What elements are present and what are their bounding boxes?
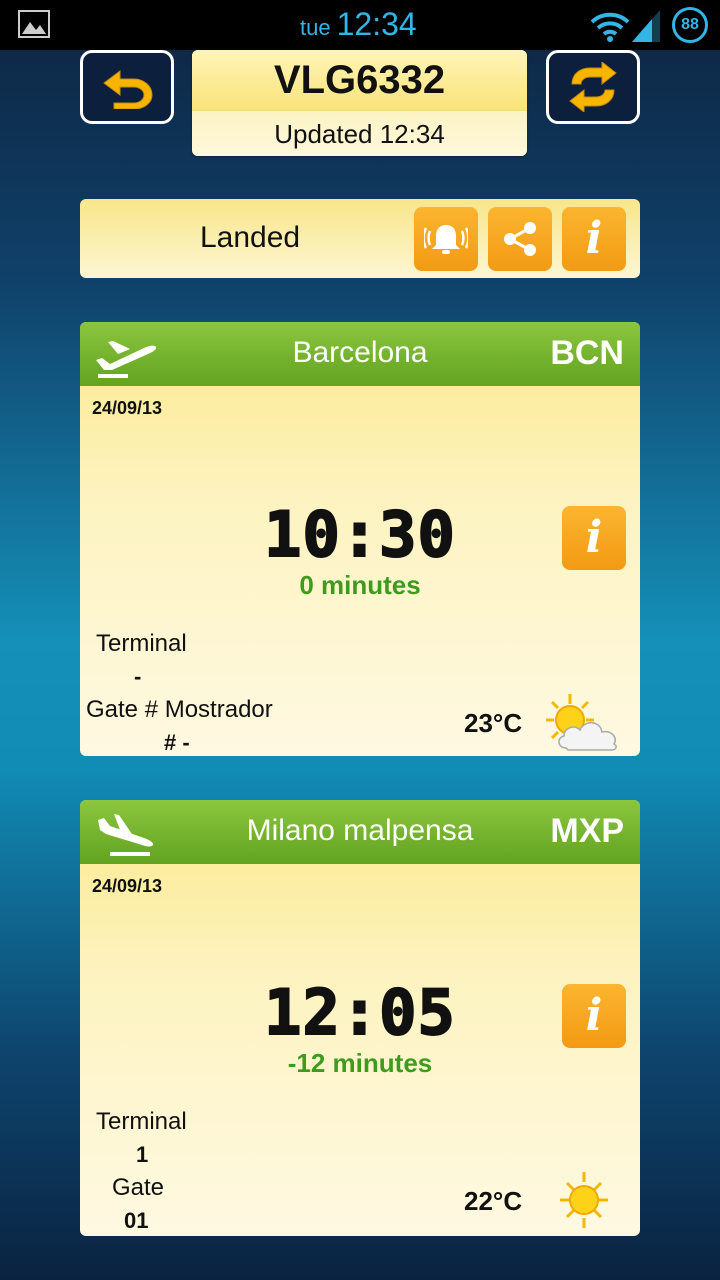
sun-cloud-icon	[546, 694, 617, 751]
arrival-gate-label: Gate	[112, 1174, 165, 1201]
info-icon: i	[585, 990, 603, 1041]
arrival-terminal-value: 1	[136, 1142, 149, 1167]
departure-card: Barcelona BCN 24/09/13 10:30 0 minutes i…	[80, 322, 640, 756]
battery-indicator: 88	[672, 7, 708, 43]
arrival-card: Milano malpensa MXP 24/09/13 12:05 -12 m…	[80, 800, 640, 1236]
flight-status-bar: Landed i	[80, 199, 640, 278]
arrival-gate-value: 01	[124, 1208, 149, 1233]
flight-number: VLG6332	[192, 50, 527, 110]
departure-temperature: 23°C	[464, 708, 523, 738]
info-icon: i	[585, 213, 603, 264]
departure-terminal-value: -	[134, 664, 142, 689]
status-bar: tue 12:34 88	[0, 0, 720, 50]
departure-gate-label: Gate # Mostrador	[86, 696, 273, 723]
clock-day: tue	[300, 15, 331, 40]
back-arrow-icon	[103, 70, 153, 109]
departure-code: BCN	[550, 334, 624, 372]
arrival-date: 24/09/13	[92, 876, 163, 896]
departure-time: 10:30	[263, 497, 456, 572]
refresh-button[interactable]	[546, 50, 640, 124]
alert-button[interactable]	[414, 207, 478, 271]
departure-delay: 0 minutes	[299, 570, 421, 600]
flight-status: Landed	[200, 221, 301, 254]
battery-level: 88	[681, 16, 699, 33]
clock: tue 12:34	[300, 6, 417, 43]
clock-time: 12:34	[336, 6, 417, 42]
departure-info-button[interactable]: i	[562, 506, 626, 570]
wifi-icon	[590, 12, 630, 42]
arrival-code: MXP	[550, 812, 624, 850]
arrival-temperature: 22°C	[464, 1186, 523, 1216]
arrival-time: 12:05	[263, 975, 456, 1050]
arrival-terminal-label: Terminal	[96, 1108, 187, 1135]
bell-alarm-icon	[424, 225, 468, 254]
arrival-delay: -12 minutes	[287, 1048, 433, 1078]
info-icon: i	[585, 512, 603, 563]
sun-icon	[560, 1172, 608, 1228]
share-button[interactable]	[488, 207, 552, 271]
departure-date: 24/09/13	[92, 398, 163, 418]
flight-info-button[interactable]: i	[562, 207, 626, 271]
updated-time: Updated 12:34	[192, 110, 527, 156]
arrival-header: Milano malpensa MXP	[80, 800, 640, 864]
gallery-notification-icon	[18, 10, 50, 38]
departure-gate-value: # -	[164, 730, 190, 755]
refresh-arrows-icon	[569, 62, 617, 112]
share-icon	[504, 222, 536, 256]
arrival-info-button[interactable]: i	[562, 984, 626, 1048]
signal-icon	[632, 10, 660, 42]
back-button[interactable]	[80, 50, 174, 124]
departure-terminal-label: Terminal	[96, 630, 187, 657]
flight-header: VLG6332 Updated 12:34	[192, 50, 527, 156]
departure-header: Barcelona BCN	[80, 322, 640, 386]
